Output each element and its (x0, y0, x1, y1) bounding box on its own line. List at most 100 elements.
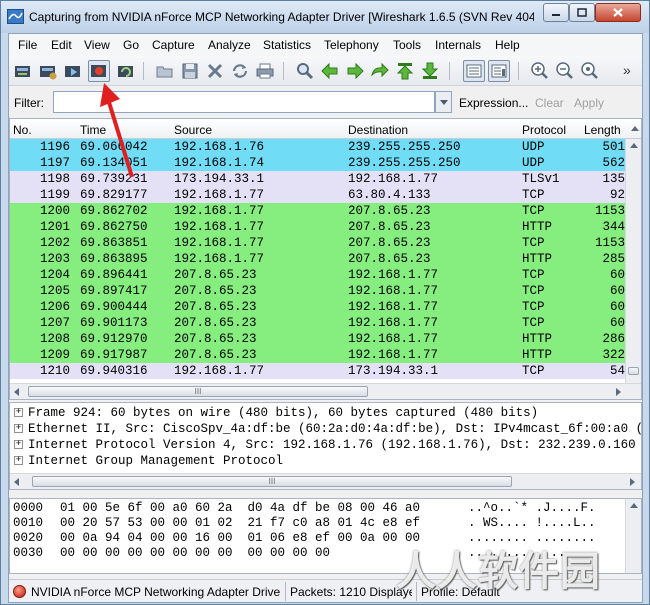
packet-list-vertical-scrollbar[interactable] (625, 139, 641, 383)
colorize-button[interactable] (463, 60, 485, 82)
expand-plus-icon[interactable]: + (14, 456, 23, 465)
find-packet-icon[interactable] (295, 61, 315, 81)
scroll-thumb[interactable] (628, 367, 639, 375)
packet-row[interactable]: 1203 69.863895 192.168.1.77 207.8.65.23 HTTP… (10, 251, 625, 267)
go-to-packet-icon[interactable] (370, 61, 390, 81)
toolbar-overflow-button[interactable]: » (623, 62, 631, 78)
cell-dst: 192.168.1.77 (348, 284, 439, 298)
scroll-right-icon[interactable] (630, 478, 635, 486)
save-file-icon[interactable] (180, 61, 200, 81)
column-no[interactable]: No. (13, 123, 32, 137)
menu-capture[interactable]: Capture (152, 38, 195, 52)
restart-capture-icon[interactable] (116, 61, 136, 81)
packet-row[interactable]: 1208 69.912970 207.8.65.23 192.168.1.77 HTTP… (10, 331, 625, 347)
packet-row[interactable]: 1204 69.896441 207.8.65.23 192.168.1.77 TCP 6… (10, 267, 625, 283)
packet-row[interactable]: 1207 69.901173 207.8.65.23 192.168.1.77 TCP 6… (10, 315, 625, 331)
details-horizontal-scrollbar[interactable]: III (10, 473, 641, 489)
wireshark-window: Capturing from NVIDIA nForce MCP Network… (0, 0, 650, 605)
filter-dropdown-button[interactable] (435, 91, 452, 113)
cell-no: 1209 (40, 348, 71, 362)
menu-analyze[interactable]: Analyze (208, 38, 251, 52)
detail-tree-item[interactable]: + Internet Group Management Protocol (10, 453, 641, 469)
packet-row[interactable]: 1202 69.863851 192.168.1.77 207.8.65.23 TCP 1… (10, 235, 625, 251)
go-back-icon[interactable] (320, 61, 340, 81)
reload-icon[interactable] (230, 61, 250, 81)
menu-file[interactable]: File (18, 38, 37, 52)
zoom-in-icon[interactable] (530, 61, 550, 81)
hex-row[interactable]: 0010 00 20 57 53 00 00 01 02 21 f7 c0 a8 … (10, 516, 641, 531)
packet-row[interactable]: 1199 69.829177 192.168.1.77 63.80.4.133 TCP 9… (10, 187, 625, 203)
scroll-thumb[interactable]: III (32, 476, 512, 487)
cell-dst: 192.168.1.77 (348, 300, 439, 314)
stop-capture-button[interactable] (88, 60, 110, 82)
packet-row[interactable]: 1201 69.862750 192.168.1.77 207.8.65.23 HTTP… (10, 219, 625, 235)
packet-list-horizontal-scrollbar[interactable]: III (10, 383, 641, 399)
detail-tree-item[interactable]: + Frame 924: 60 bytes on wire (480 bits),… (10, 405, 641, 421)
scroll-up-icon[interactable] (630, 503, 638, 508)
scroll-left-icon[interactable] (14, 478, 19, 486)
menu-internals[interactable]: Internals (435, 38, 481, 52)
detail-tree-item[interactable]: + Internet Protocol Version 4, Src: 192.1… (10, 437, 641, 453)
maximize-button[interactable] (569, 3, 595, 22)
cell-len: 322 (602, 348, 625, 362)
minimize-button[interactable] (543, 3, 569, 22)
scroll-thumb[interactable]: III (28, 386, 368, 397)
expression-button[interactable]: Expression... (459, 96, 528, 110)
scroll-left-icon[interactable] (14, 388, 19, 396)
packet-details-pane: + Frame 924: 60 bytes on wire (480 bits),… (9, 402, 642, 490)
menu-tools[interactable]: Tools (393, 38, 421, 52)
expand-plus-icon[interactable]: + (14, 424, 23, 433)
hex-ascii: ..^o..`* .J....F. (468, 501, 596, 515)
menu-statistics[interactable]: Statistics (263, 38, 311, 52)
toolbar-separator (449, 62, 450, 80)
zoom-out-icon[interactable] (555, 61, 575, 81)
scroll-up-icon[interactable] (630, 143, 638, 148)
packet-row[interactable]: 1210 69.940316 192.168.1.77 173.194.33.1 TCP… (10, 363, 625, 379)
clear-button[interactable]: Clear (535, 96, 564, 110)
print-icon[interactable] (255, 61, 275, 81)
packet-row[interactable]: 1209 69.917987 207.8.65.23 192.168.1.77 HTTP… (10, 347, 625, 363)
menu-telephony[interactable]: Telephony (324, 38, 379, 52)
menu-edit[interactable]: Edit (51, 38, 72, 52)
expert-info-icon[interactable] (13, 585, 26, 598)
expand-plus-icon[interactable]: + (14, 408, 23, 417)
menu-help[interactable]: Help (495, 38, 520, 52)
packet-row[interactable]: 1206 69.900444 207.8.65.23 192.168.1.77 TCP 6… (10, 299, 625, 315)
go-first-icon[interactable] (395, 61, 415, 81)
expand-plus-icon[interactable]: + (14, 440, 23, 449)
cell-dst: 239.255.255.250 (348, 140, 461, 154)
apply-button[interactable]: Apply (574, 96, 604, 110)
hex-vertical-scrollbar[interactable] (625, 499, 641, 573)
menu-view[interactable]: View (84, 38, 110, 52)
start-capture-icon[interactable] (63, 61, 83, 81)
cell-proto: HTTP (522, 220, 553, 234)
title-bar[interactable]: Capturing from NVIDIA nForce MCP Network… (1, 1, 649, 33)
packet-row[interactable]: 1200 69.862702 192.168.1.77 207.8.65.23 TCP 1… (10, 203, 625, 219)
cell-time: 69.912970 (80, 332, 148, 346)
hex-offset: 0000 (13, 501, 44, 515)
column-source[interactable]: Source (174, 123, 212, 137)
cell-len: 501 (602, 140, 625, 154)
column-destination[interactable]: Destination (348, 123, 408, 137)
packet-row[interactable]: 1205 69.897417 207.8.65.23 192.168.1.77 TCP 6… (10, 283, 625, 299)
close-file-icon[interactable] (205, 61, 225, 81)
zoom-normal-icon[interactable] (580, 61, 600, 81)
column-protocol[interactable]: Protocol (522, 123, 566, 137)
interface-list-icon[interactable] (13, 61, 33, 81)
cell-time: 69.863851 (80, 236, 148, 250)
go-last-icon[interactable] (420, 61, 440, 81)
open-file-icon[interactable] (155, 61, 175, 81)
auto-scroll-button[interactable] (488, 60, 510, 82)
cell-dst: 192.168.1.77 (348, 172, 439, 186)
go-forward-icon[interactable] (345, 61, 365, 81)
column-length[interactable]: Length (584, 123, 621, 137)
auto-scroll-icon (491, 64, 507, 78)
capture-options-icon[interactable] (38, 61, 58, 81)
close-button[interactable] (595, 3, 641, 22)
scroll-right-icon[interactable] (616, 388, 621, 396)
detail-text: Frame 924: 60 bytes on wire (480 bits), … (28, 406, 539, 420)
menu-go[interactable]: Go (123, 38, 139, 52)
hex-row[interactable]: 0000 01 00 5e 6f 00 a0 60 2a d0 4a df be … (10, 501, 641, 516)
cell-time: 69.862702 (80, 204, 148, 218)
detail-tree-item[interactable]: + Ethernet II, Src: CiscoSpv_4a:df:be (60… (10, 421, 641, 437)
